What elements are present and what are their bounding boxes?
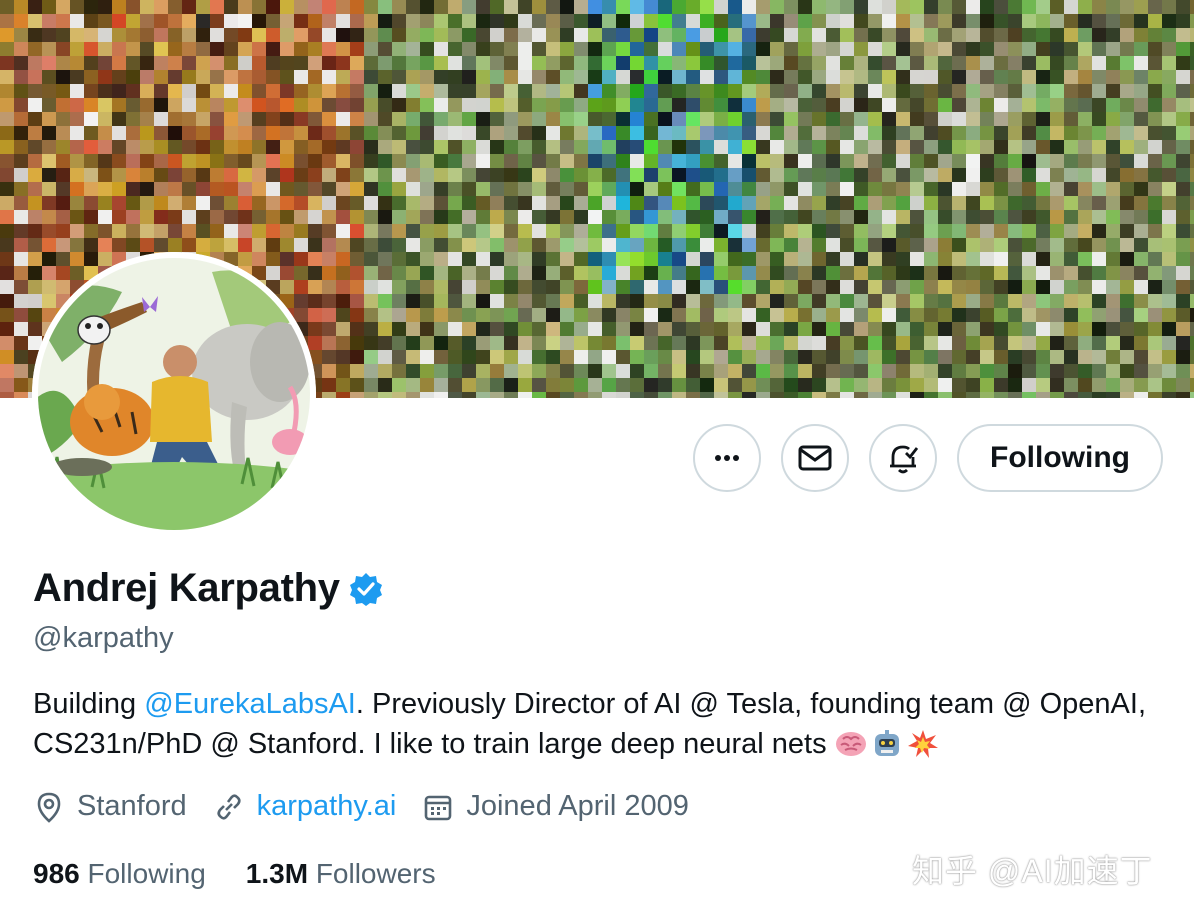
more-options-button[interactable]	[693, 424, 761, 492]
following-button-label: Following	[990, 441, 1130, 474]
profile-stats: 986 Following 1.3M Followers	[33, 858, 476, 890]
avatar[interactable]	[32, 252, 316, 536]
following-button[interactable]: Following	[957, 424, 1163, 492]
watermark: 知乎 @AI加速丁	[912, 853, 1153, 889]
bio-mention-link[interactable]: @EurekaLabsAI	[144, 688, 356, 720]
website-item[interactable]: karpathy.ai	[213, 790, 397, 823]
joined-text: Joined April 2009	[466, 790, 689, 822]
profile-name-row: Andrej Karpathy	[33, 566, 384, 611]
followers-label: Followers	[315, 858, 436, 889]
followers-count: 1.3M	[245, 858, 309, 889]
notifications-button[interactable]	[869, 424, 937, 492]
envelope-icon	[798, 445, 832, 471]
ellipsis-icon	[715, 455, 739, 461]
location-item: Stanford	[33, 790, 187, 823]
link-icon	[217, 793, 241, 820]
website-link[interactable]: karpathy.ai	[257, 790, 397, 823]
location-text: Stanford	[77, 790, 187, 822]
robot-emoji-icon	[871, 729, 903, 770]
following-label: Following	[87, 858, 206, 889]
collision-emoji-icon	[907, 729, 939, 770]
display-name: Andrej Karpathy	[33, 566, 340, 610]
profile-bio: Building @EurekaLabsAI. Previously Direc…	[33, 684, 1153, 770]
brain-emoji-icon	[835, 729, 867, 770]
bell-check-icon	[890, 445, 919, 474]
following-stat-link[interactable]: 986 Following	[33, 858, 206, 890]
followers-stat-link[interactable]: 1.3M Followers	[246, 858, 436, 890]
verified-badge-icon[interactable]	[348, 571, 384, 607]
joined-item: Joined April 2009	[422, 790, 689, 823]
calendar-icon	[425, 795, 452, 820]
bio-prefix: Building	[33, 688, 145, 720]
location-pin-icon	[37, 792, 61, 823]
profile-meta: Stanford karpathy.ai Joined April 2009	[33, 790, 715, 823]
profile-handle: @karpathy	[33, 622, 174, 654]
message-button[interactable]	[781, 424, 849, 492]
following-count: 986	[33, 858, 80, 889]
avatar-illustration	[32, 252, 316, 536]
